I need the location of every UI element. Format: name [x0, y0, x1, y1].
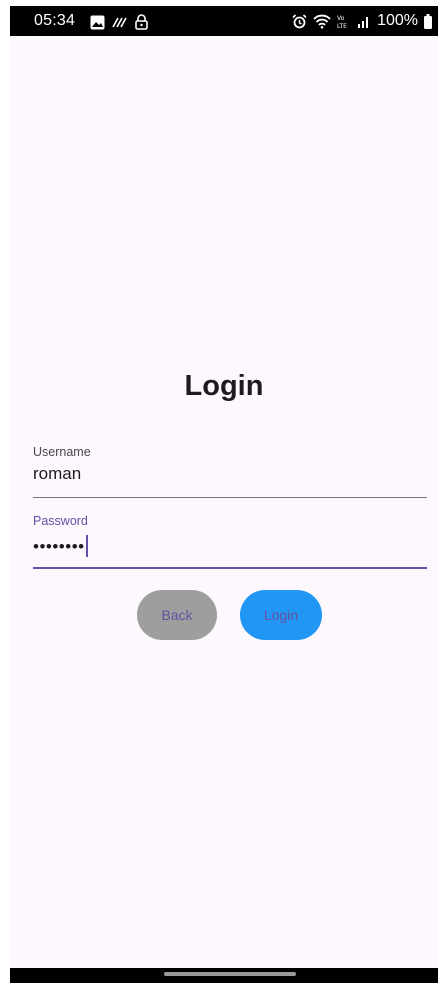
back-button[interactable]: Back: [137, 590, 217, 640]
password-input[interactable]: ••••••••: [33, 535, 88, 557]
username-field[interactable]: Username roman: [33, 442, 427, 499]
app-screen: 05:34 Vo LTE 100% Login Username roman P…: [10, 6, 438, 983]
handwriting-icon: [112, 15, 128, 29]
alarm-icon: [292, 13, 307, 29]
battery-icon: [424, 13, 432, 29]
status-time: 05:34: [34, 12, 76, 29]
navigation-bar: [10, 968, 438, 983]
text-cursor: [85, 535, 88, 557]
svg-text:LTE: LTE: [337, 23, 347, 29]
lock-icon: [135, 14, 148, 30]
login-button[interactable]: Login: [240, 590, 322, 640]
page-title: Login: [184, 370, 264, 402]
username-label: Username: [33, 445, 91, 459]
wifi-icon: [313, 14, 331, 29]
password-masked-text: ••••••••: [33, 537, 85, 556]
status-bar: 05:34 Vo LTE 100%: [10, 6, 438, 36]
password-underline: [33, 567, 427, 569]
battery-percentage: 100%: [377, 12, 418, 29]
password-label: Password: [33, 514, 88, 528]
password-field[interactable]: Password ••••••••: [33, 511, 427, 571]
svg-text:Vo: Vo: [337, 15, 345, 22]
username-underline: [33, 497, 427, 498]
signal-icon: [357, 14, 371, 28]
home-gesture-handle[interactable]: [164, 972, 296, 976]
username-input[interactable]: roman: [33, 464, 81, 484]
status-left-icons: [90, 14, 148, 30]
image-icon: [90, 15, 105, 30]
volte-icon: Vo LTE: [337, 14, 351, 29]
status-right-icons: Vo LTE 100%: [292, 12, 432, 30]
